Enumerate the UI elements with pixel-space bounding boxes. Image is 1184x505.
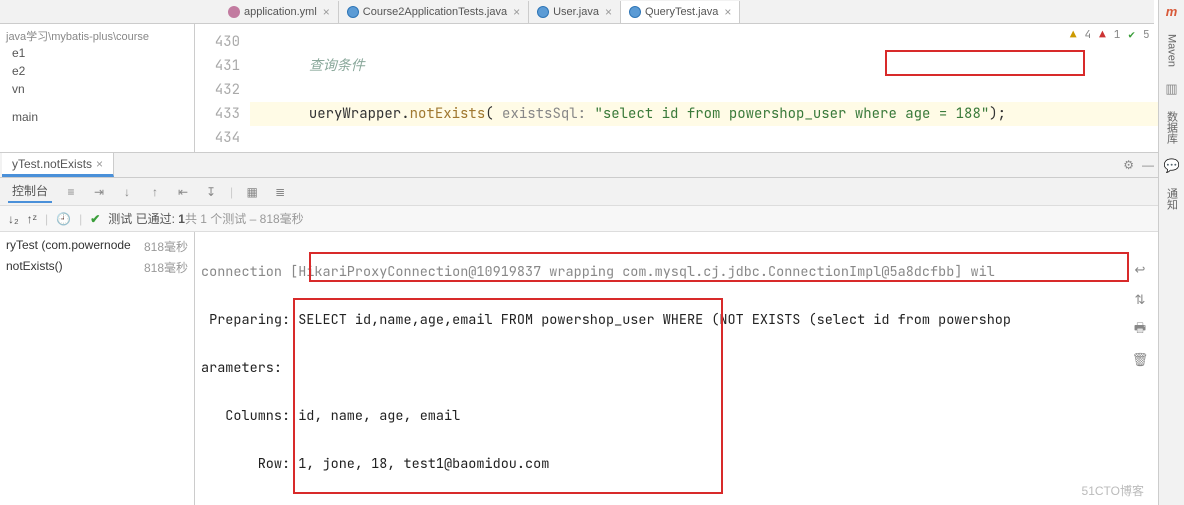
watermark: 51CTO博客 xyxy=(1082,482,1144,499)
test-method-label: notExists() xyxy=(6,259,63,276)
align-icon[interactable]: ≡ xyxy=(62,183,80,201)
java-icon xyxy=(347,6,359,18)
trash-icon[interactable]: 🗑 xyxy=(1130,350,1150,370)
close-icon[interactable]: × xyxy=(513,5,520,19)
error-icon: ▲ xyxy=(1099,28,1106,42)
code-editor[interactable]: 430 431 432 433 434 查询条件 ueryWrapper.not… xyxy=(195,24,1184,152)
close-icon[interactable]: × xyxy=(724,5,731,19)
console-tab[interactable]: 控制台 xyxy=(8,180,52,203)
warning-icon: ▲ xyxy=(1070,28,1077,42)
java-icon xyxy=(629,6,641,18)
close-icon[interactable]: × xyxy=(323,5,330,19)
run-tab-label: yTest.notExists xyxy=(12,157,92,171)
upload-icon[interactable]: ↑ xyxy=(146,183,164,201)
maven-label[interactable]: Maven xyxy=(1166,34,1178,67)
run-tab-notexists[interactable]: yTest.notExists × xyxy=(2,153,114,177)
list-icon[interactable]: ≣ xyxy=(271,183,289,201)
test-status-bar: ↓₂ ↑ᶻ | 🕘 | ✔ 测试 已通过: 1共 1 个测试 – 818毫秒 xyxy=(0,206,1184,232)
check-icon: ✔ xyxy=(90,212,100,226)
wrap-icon[interactable]: ↩ xyxy=(1130,260,1150,280)
editor-row: java学习\mybatis-plus\course e1 e2 vn main… xyxy=(0,24,1184,152)
tab-user[interactable]: User.java × xyxy=(529,1,621,23)
code-lines[interactable]: 查询条件 ueryWrapper.notExists( existsSql: "… xyxy=(250,24,1184,152)
sort-down-icon[interactable]: ↓₂ xyxy=(8,212,19,226)
check-icon: ✔ xyxy=(1128,28,1135,42)
maven-icon[interactable]: m xyxy=(1164,4,1180,20)
database-label[interactable]: 数据库 xyxy=(1164,111,1180,144)
clock-icon[interactable]: 🕘 xyxy=(56,212,71,226)
tab-label: application.yml xyxy=(244,6,317,18)
line-number: 430 xyxy=(195,30,240,54)
test-status-text: 测试 已通过: 1共 1 个测试 – 818毫秒 xyxy=(108,210,303,227)
print-icon[interactable]: 🖶 xyxy=(1130,320,1150,340)
tab-querytest[interactable]: QueryTest.java × xyxy=(621,1,740,23)
project-pane[interactable]: java学习\mybatis-plus\course e1 e2 vn main xyxy=(0,24,195,152)
download-icon[interactable]: ↓ xyxy=(118,183,136,201)
test-duration: 818毫秒 xyxy=(144,259,188,276)
grid-icon[interactable]: ▦ xyxy=(243,183,261,201)
minimize-icon[interactable]: — xyxy=(1142,158,1154,172)
test-duration: 818毫秒 xyxy=(144,238,188,255)
test-tree-row[interactable]: ryTest (com.powernode 818毫秒 xyxy=(4,236,190,257)
line-gutter: 430 431 432 433 434 xyxy=(195,24,250,152)
highlight-box xyxy=(309,252,1129,282)
highlight-box xyxy=(885,50,1085,76)
close-icon[interactable]: × xyxy=(605,5,612,19)
project-node[interactable]: e2 xyxy=(6,62,188,80)
line-number: 431 xyxy=(195,54,240,78)
filter-icon[interactable]: ↧ xyxy=(202,183,220,201)
import-icon[interactable]: ⇤ xyxy=(174,183,192,201)
yml-icon xyxy=(228,6,240,18)
console-toolbar: 控制台 ≡ ⇥ ↓ ↑ ⇤ ↧ | ▦ ≣ xyxy=(0,178,1184,206)
console-row: ryTest (com.powernode 818毫秒 notExists() … xyxy=(0,232,1184,505)
console-side-icons: ↩ ⇅ 🖶 🗑 xyxy=(1130,260,1154,370)
console-line: Row: 2, Jack, 20, test2@baomidou.com xyxy=(201,500,1178,505)
tab-label: User.java xyxy=(553,6,599,18)
project-node[interactable]: main xyxy=(6,108,188,126)
line-number: 434 xyxy=(195,126,240,150)
line-number: 432 xyxy=(195,78,240,102)
console-output[interactable]: connection [HikariProxyConnection@109198… xyxy=(195,232,1184,505)
editor-tab-bar: application.yml × Course2ApplicationTest… xyxy=(0,0,1154,24)
scroll-icon[interactable]: ⇅ xyxy=(1130,290,1150,310)
tab-label: Course2ApplicationTests.java xyxy=(363,6,507,18)
highlight-box xyxy=(293,298,723,494)
code-comment: 查询条件 xyxy=(309,57,365,75)
project-path: java学习\mybatis-plus\course xyxy=(6,28,188,44)
export-icon[interactable]: ⇥ xyxy=(90,183,108,201)
project-node[interactable]: e1 xyxy=(6,44,188,62)
test-tree[interactable]: ryTest (com.powernode 818毫秒 notExists() … xyxy=(0,232,195,505)
bell-icon[interactable]: 💬 xyxy=(1164,158,1180,174)
project-node[interactable]: vn xyxy=(6,80,188,98)
notify-label[interactable]: 通知 xyxy=(1164,188,1180,210)
line-number: 433 xyxy=(195,102,240,126)
tab-application-yml[interactable]: application.yml × xyxy=(220,1,339,23)
database-icon[interactable]: ▥ xyxy=(1164,81,1180,97)
tab-course2tests[interactable]: Course2ApplicationTests.java × xyxy=(339,1,529,23)
tab-label: QueryTest.java xyxy=(645,6,718,18)
right-toolstrip: m Maven ▥ 数据库 💬 通知 xyxy=(1158,0,1184,505)
test-tree-row[interactable]: notExists() 818毫秒 xyxy=(4,257,190,278)
run-tools: ⚙ — xyxy=(1123,158,1154,172)
run-tab-bar: yTest.notExists × ⚙ — xyxy=(0,152,1184,178)
sort-up-icon[interactable]: ↑ᶻ xyxy=(27,212,37,226)
test-class-label: ryTest (com.powernode xyxy=(6,238,131,255)
gear-icon[interactable]: ⚙ xyxy=(1123,158,1134,172)
close-icon[interactable]: × xyxy=(96,157,103,171)
java-icon xyxy=(537,6,549,18)
